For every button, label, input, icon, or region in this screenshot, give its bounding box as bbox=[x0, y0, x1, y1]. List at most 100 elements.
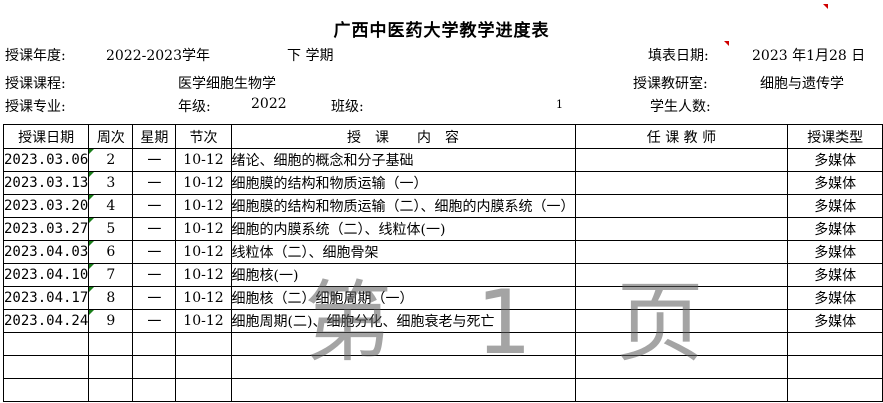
empty-cell[interactable] bbox=[574, 355, 789, 379]
cell-content[interactable]: 细胞膜的结构和物质运输（一） bbox=[230, 171, 576, 195]
cell-week[interactable]: 6 bbox=[88, 240, 134, 264]
cell-week[interactable]: 4 bbox=[88, 194, 134, 218]
table-header-row: 授课日期 周次 星期 节次 授 课 内 容 任 课 教 师 授课类型 bbox=[2, 124, 883, 149]
cell-day[interactable]: 一 bbox=[132, 194, 177, 218]
empty-cell[interactable] bbox=[230, 355, 576, 379]
cell-week[interactable]: 2 bbox=[88, 148, 134, 172]
cell-period[interactable]: 10-12 bbox=[175, 148, 232, 172]
cell-type[interactable]: 多媒体 bbox=[787, 194, 883, 218]
note-marker bbox=[89, 310, 95, 315]
schedule-table: 授课日期 周次 星期 节次 授 课 内 容 任 课 教 师 授课类型 2023.… bbox=[2, 124, 883, 402]
empty-cell[interactable] bbox=[2, 355, 90, 379]
cell-day[interactable]: 一 bbox=[132, 309, 177, 333]
table-row: 2023.04.17 8 一 10-12 细胞核（二）细胞周期（一） 多媒体 bbox=[2, 286, 883, 310]
cell-week[interactable]: 8 bbox=[88, 286, 134, 310]
empty-cell[interactable] bbox=[787, 332, 883, 356]
col-header-week[interactable]: 周次 bbox=[88, 124, 134, 149]
cell-content[interactable]: 细胞周期(二)、细胞分化、细胞衰老与死亡 bbox=[230, 309, 576, 333]
empty-cell[interactable] bbox=[230, 332, 576, 356]
cell-week[interactable]: 5 bbox=[88, 217, 134, 241]
cell-day[interactable]: 一 bbox=[132, 286, 177, 310]
cell-type[interactable]: 多媒体 bbox=[787, 171, 883, 195]
table-row: 2023.03.27 5 一 10-12 细胞的内膜系统（二）、线粒体(一) 多媒体 bbox=[2, 217, 883, 241]
class-value: 1 bbox=[556, 98, 563, 111]
empty-row bbox=[2, 378, 883, 402]
cell-type[interactable]: 多媒体 bbox=[787, 263, 883, 287]
col-header-content[interactable]: 授 课 内 容 bbox=[230, 124, 576, 149]
cell-type[interactable]: 多媒体 bbox=[787, 309, 883, 333]
cell-week[interactable]: 7 bbox=[88, 263, 134, 287]
cell-content[interactable]: 细胞的内膜系统（二）、线粒体(一) bbox=[230, 217, 576, 241]
cell-date[interactable]: 2023.04.17 bbox=[2, 286, 90, 310]
empty-cell[interactable] bbox=[88, 355, 134, 379]
cell-content[interactable]: 细胞核（二）细胞周期（一） bbox=[230, 286, 576, 310]
cell-type[interactable]: 多媒体 bbox=[787, 286, 883, 310]
fill-date-value: 2023 年1月28 日 bbox=[752, 48, 866, 64]
empty-cell[interactable] bbox=[2, 332, 90, 356]
cell-teacher[interactable] bbox=[574, 286, 789, 310]
table-row: 2023.03.13 3 一 10-12 细胞膜的结构和物质运输（一） 多媒体 bbox=[2, 171, 883, 195]
cell-date[interactable]: 2023.04.03 bbox=[2, 240, 90, 264]
empty-cell[interactable] bbox=[787, 355, 883, 379]
col-header-teacher[interactable]: 任 课 教 师 bbox=[574, 124, 789, 149]
empty-cell[interactable] bbox=[175, 378, 232, 402]
empty-cell[interactable] bbox=[787, 378, 883, 402]
cell-date[interactable]: 2023.04.10 bbox=[2, 263, 90, 287]
cell-day[interactable]: 一 bbox=[132, 240, 177, 264]
cell-day[interactable]: 一 bbox=[132, 148, 177, 172]
cell-teacher[interactable] bbox=[574, 217, 789, 241]
empty-cell[interactable] bbox=[132, 332, 177, 356]
empty-cell[interactable] bbox=[88, 378, 134, 402]
cell-week[interactable]: 3 bbox=[88, 171, 134, 195]
empty-cell[interactable] bbox=[574, 332, 789, 356]
cell-teacher[interactable] bbox=[574, 263, 789, 287]
cell-teacher[interactable] bbox=[574, 309, 789, 333]
cell-teacher[interactable] bbox=[574, 194, 789, 218]
empty-cell[interactable] bbox=[132, 378, 177, 402]
cell-date[interactable]: 2023.03.20 bbox=[2, 194, 90, 218]
cell-date[interactable]: 2023.03.06 bbox=[2, 148, 90, 172]
cell-teacher[interactable] bbox=[574, 240, 789, 264]
empty-cell[interactable] bbox=[574, 378, 789, 402]
cell-period[interactable]: 10-12 bbox=[175, 263, 232, 287]
class-label: 班级: bbox=[331, 99, 364, 115]
empty-cell[interactable] bbox=[175, 332, 232, 356]
cell-day[interactable]: 一 bbox=[132, 217, 177, 241]
col-header-day[interactable]: 星期 bbox=[132, 124, 177, 149]
cell-period[interactable]: 10-12 bbox=[175, 286, 232, 310]
empty-cell[interactable] bbox=[230, 378, 576, 402]
note-marker bbox=[89, 264, 95, 269]
cell-content[interactable]: 线粒体（二）、细胞骨架 bbox=[230, 240, 576, 264]
empty-cell[interactable] bbox=[2, 378, 90, 402]
cell-content[interactable]: 细胞膜的结构和物质运输（二）、细胞的内膜系统（一） bbox=[230, 194, 576, 218]
empty-cell[interactable] bbox=[175, 355, 232, 379]
cell-period[interactable]: 10-12 bbox=[175, 194, 232, 218]
cell-content[interactable]: 细胞核(一) bbox=[230, 263, 576, 287]
cell-teacher[interactable] bbox=[574, 171, 789, 195]
note-marker bbox=[89, 241, 95, 246]
cell-day[interactable]: 一 bbox=[132, 171, 177, 195]
cell-teacher[interactable] bbox=[574, 148, 789, 172]
empty-cell[interactable] bbox=[88, 332, 134, 356]
cell-period[interactable]: 10-12 bbox=[175, 240, 232, 264]
week-text: 6 bbox=[106, 244, 116, 260]
cell-date[interactable]: 2023.04.24 bbox=[2, 309, 90, 333]
cell-type[interactable]: 多媒体 bbox=[787, 148, 883, 172]
cell-type[interactable]: 多媒体 bbox=[787, 240, 883, 264]
cell-date[interactable]: 2023.03.27 bbox=[2, 217, 90, 241]
cell-type[interactable]: 多媒体 bbox=[787, 217, 883, 241]
cell-date[interactable]: 2023.03.13 bbox=[2, 171, 90, 195]
table-row: 2023.03.06 2 一 10-12 绪论、细胞的概念和分子基础 多媒体 bbox=[2, 148, 883, 172]
empty-cell[interactable] bbox=[132, 355, 177, 379]
cell-period[interactable]: 10-12 bbox=[175, 217, 232, 241]
cell-period[interactable]: 10-12 bbox=[175, 171, 232, 195]
cell-period[interactable]: 10-12 bbox=[175, 309, 232, 333]
sheet-title: 广西中医药大学教学进度表 bbox=[333, 21, 550, 41]
cell-week[interactable]: 9 bbox=[88, 309, 134, 333]
fill-date-label: 填表日期: bbox=[648, 48, 709, 64]
col-header-date[interactable]: 授课日期 bbox=[2, 124, 90, 149]
col-header-period[interactable]: 节次 bbox=[175, 124, 232, 149]
col-header-type[interactable]: 授课类型 bbox=[787, 124, 883, 149]
cell-content[interactable]: 绪论、细胞的概念和分子基础 bbox=[230, 148, 576, 172]
cell-day[interactable]: 一 bbox=[132, 263, 177, 287]
